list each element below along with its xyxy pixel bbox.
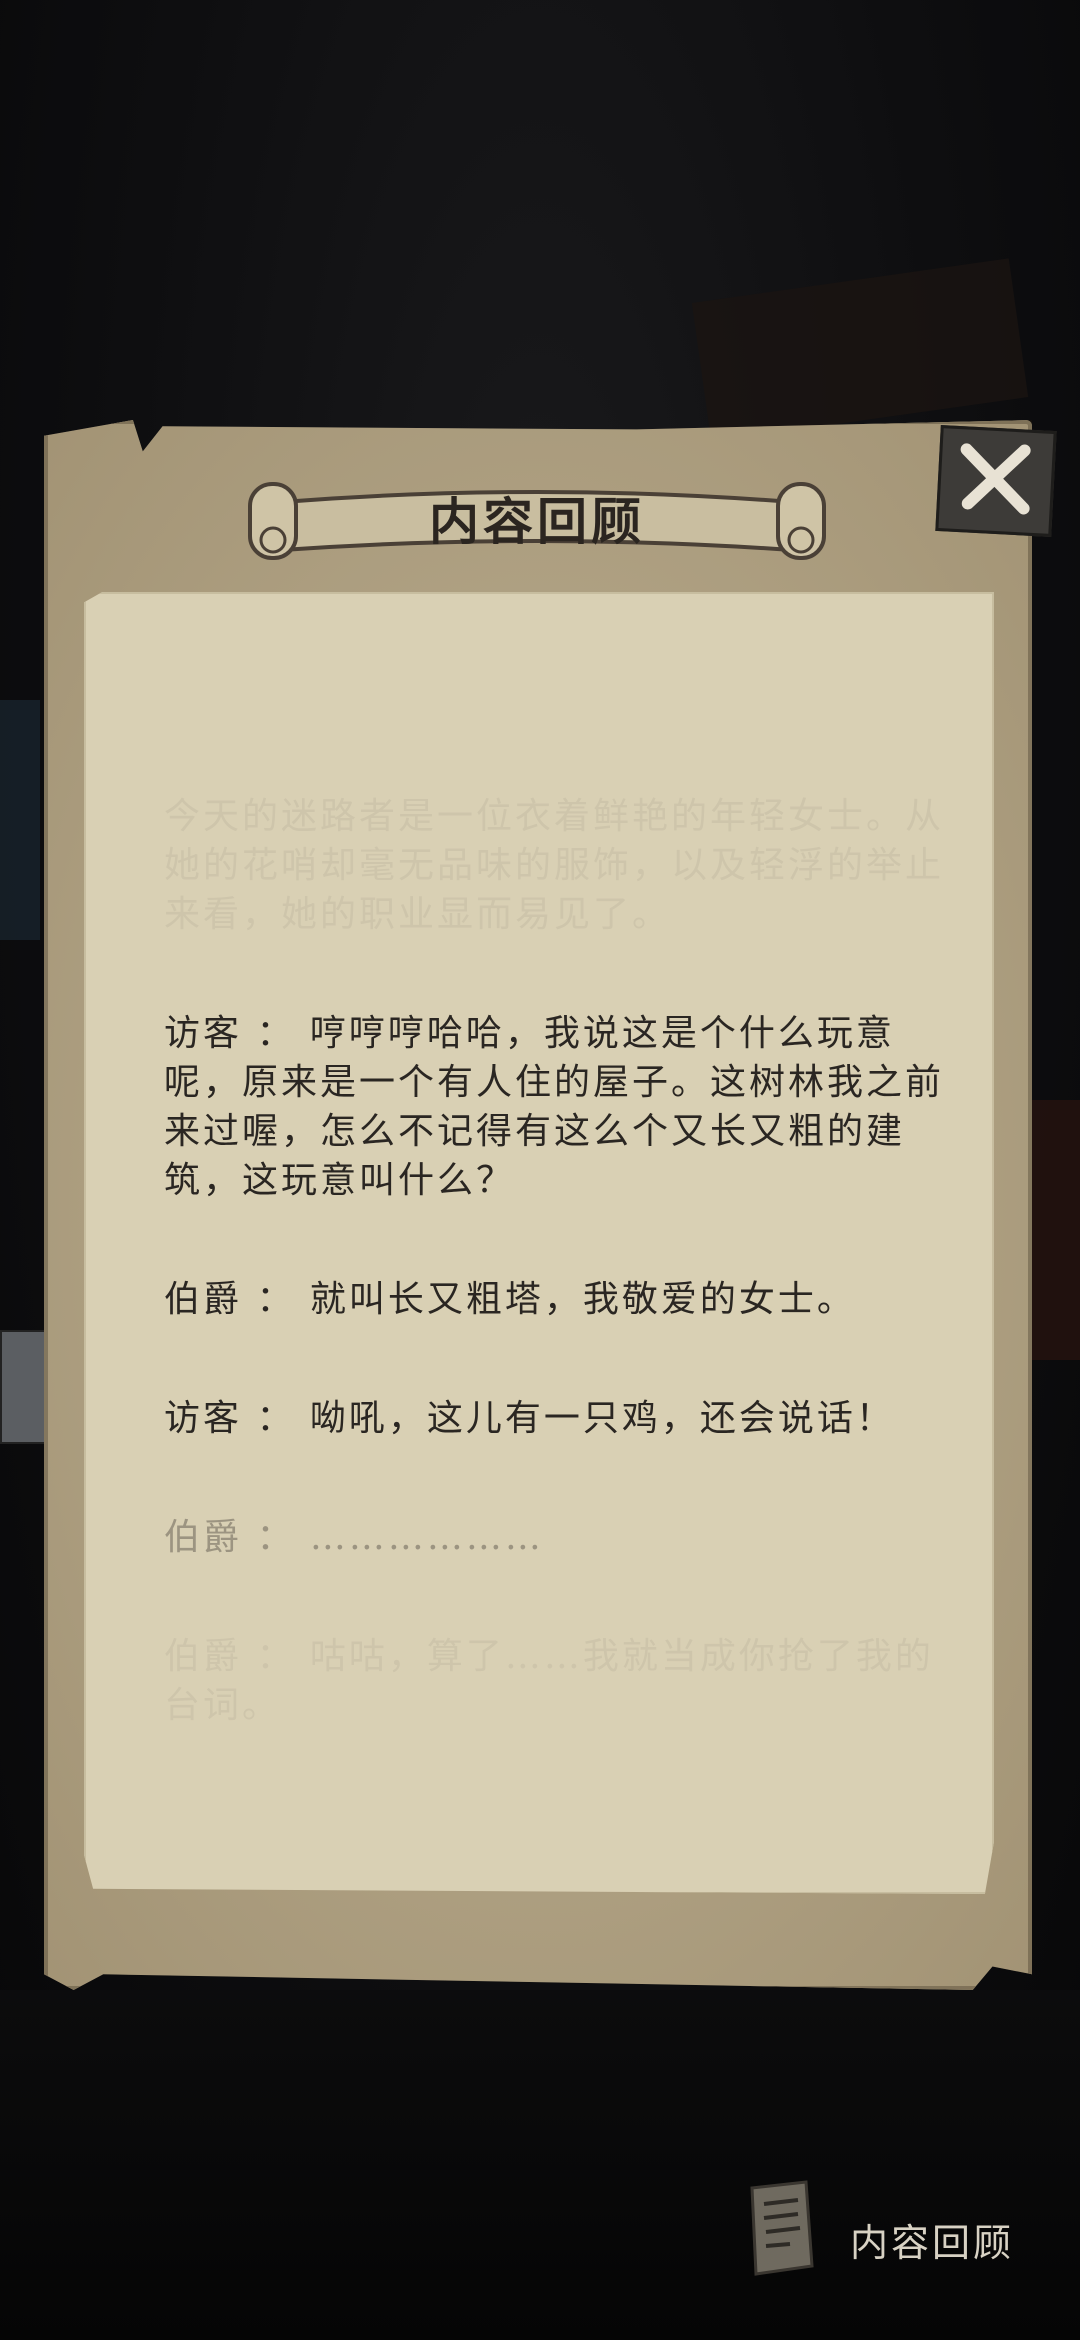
game-scene: 内容回顾 今天的迷路者是一位衣着鲜艳的年轻女士。从她的花哨却毫无品味的服饰，以及… [0, 0, 1080, 2340]
content-review-button[interactable]: 内容回顾 [740, 2178, 1040, 2288]
dialogue-log-paper[interactable]: 今天的迷路者是一位衣着鲜艳的年轻女士。从她的花哨却毫无品味的服饰，以及轻浮的举止… [84, 592, 994, 1894]
dialogue-entry: 伯爵 ： 就叫长又粗塔，我敬爱的女士。 [164, 1275, 944, 1324]
narration-entry: 今天的迷路者是一位衣着鲜艳的年轻女士。从她的花哨却毫无品味的服饰，以及轻浮的举止… [164, 796, 945, 935]
background-roof [691, 258, 1029, 442]
dialogue-log: 今天的迷路者是一位衣着鲜艳的年轻女士。从她的花哨却毫无品味的服饰，以及轻浮的举止… [164, 792, 944, 1800]
scroll-document-icon [750, 2180, 814, 2276]
speaker-name: 访客 ： [164, 1013, 296, 1054]
title-banner: 内容回顾 [242, 462, 832, 572]
dialogue-text: ……………… [309, 1517, 544, 1558]
background-window [0, 700, 40, 940]
close-x-icon [960, 443, 1031, 515]
speaker-name: 伯爵 ： [164, 1517, 296, 1558]
speaker-name: 访客 ： [164, 1398, 296, 1439]
speaker-name: 伯爵 ： [164, 1636, 296, 1677]
dialog-title: 内容回顾 [429, 492, 645, 551]
dialogue-text: 就叫长又粗塔，我敬爱的女士。 [309, 1279, 856, 1320]
dialogue-entry: 伯爵 ： 咕咕，算了……我就当成你抢了我的台词。 [164, 1632, 944, 1730]
content-review-label: 内容回顾 [850, 2221, 1015, 2265]
close-button[interactable] [935, 425, 1057, 537]
dialogue-entry: 访客 ： 哼哼哼哈哈，我说这是个什么玩意呢，原来是一个有人住的屋子。这树林我之前… [164, 1009, 944, 1205]
dialogue-entry: 访客 ： 呦吼，这儿有一只鸡，还会说话！ [164, 1394, 944, 1443]
dialogue-entry: 伯爵 ： ……………… [164, 1513, 944, 1562]
speaker-name: 伯爵 ： [164, 1279, 296, 1320]
dialogue-text: 呦吼，这儿有一只鸡，还会说话！ [309, 1398, 895, 1439]
